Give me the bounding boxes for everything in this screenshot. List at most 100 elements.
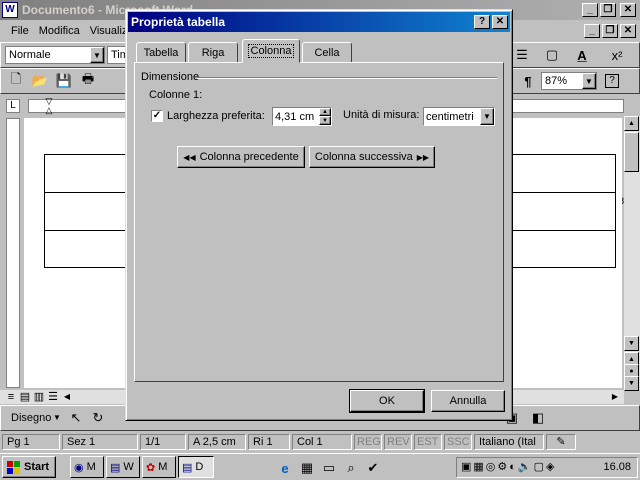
paragraph-marks-icon[interactable]: ¶ xyxy=(517,70,539,92)
new-document-icon[interactable]: 🗋 xyxy=(5,70,27,92)
start-label: Start xyxy=(24,461,50,473)
next-page-icon[interactable]: ▼ xyxy=(624,376,639,391)
word-app-icon[interactable]: W xyxy=(2,2,18,18)
drawing-menu-label[interactable]: Disegno xyxy=(11,412,51,424)
start-button[interactable]: Start xyxy=(2,456,56,478)
scroll-thumb[interactable] xyxy=(624,132,639,172)
tasks-icon[interactable]: ✔ xyxy=(362,457,384,479)
menu-modifica[interactable]: Modifica xyxy=(34,22,85,40)
doc-minimize-icon[interactable]: _ xyxy=(584,24,600,38)
quicklaunch-icon[interactable]: ▦ xyxy=(296,457,318,479)
help-icon[interactable]: ? xyxy=(601,70,623,92)
preferred-width-value: 4,31 cm xyxy=(275,111,315,123)
3d-icon[interactable]: ◧ xyxy=(527,407,549,429)
taskbar-button[interactable]: ◉ M xyxy=(70,456,104,478)
tab-selector[interactable]: L xyxy=(6,99,20,113)
status-rev[interactable]: REV xyxy=(384,434,412,450)
open-folder-icon[interactable]: 📂 xyxy=(29,70,51,92)
spin-up-icon[interactable]: ▲ xyxy=(319,108,331,116)
free-rotate-icon[interactable]: ↻ xyxy=(87,407,109,429)
windows-logo-icon xyxy=(7,460,20,474)
unit-dropdown[interactable]: centimetri ▼ xyxy=(423,107,495,126)
clock: 16.08 xyxy=(603,461,631,473)
unit-value: centimetri xyxy=(426,111,474,123)
next-arrow-icon: ▶▶ xyxy=(416,152,430,162)
internet-explorer-icon[interactable]: e xyxy=(274,457,296,479)
taskbar-button-active[interactable]: ▤ D xyxy=(178,456,214,478)
spelling-status-icon[interactable]: ✎ xyxy=(546,434,576,450)
zoom-chevron-icon[interactable]: ▼ xyxy=(582,73,596,89)
scroll-left-icon[interactable]: ◀ xyxy=(60,390,74,404)
taskbar-button[interactable]: ▤ W xyxy=(106,456,140,478)
cancel-button[interactable]: Annulla xyxy=(431,390,505,412)
taskbar: Start ◉ M ▤ W ✿ M ▤ D e ▦ ▭ ⌕ ✔ ▣▦◎⚙◐🔈▢◈ 16.… xyxy=(0,453,640,480)
spin-down-icon[interactable]: ▼ xyxy=(319,116,331,125)
superscript-icon[interactable]: x² xyxy=(606,44,628,66)
column-label: Colonne 1: xyxy=(149,89,203,101)
font-color-icon[interactable]: A xyxy=(571,44,593,66)
tray-icons: ▣▦◎⚙◐🔈▢◈ xyxy=(461,461,557,473)
section-label: Dimensione xyxy=(141,71,200,83)
align-justify-icon[interactable]: ☰ xyxy=(511,44,533,66)
print-icon[interactable]: 🖶 xyxy=(77,70,99,92)
ok-button[interactable]: OK xyxy=(349,389,425,413)
tab-cella[interactable]: Cella xyxy=(302,42,352,62)
zoom-dropdown[interactable]: 87% ▼ xyxy=(541,72,597,90)
status-at: A 2,5 cm xyxy=(188,434,246,450)
save-icon[interactable]: 💾 xyxy=(53,70,75,92)
tab-colonna[interactable]: Colonna xyxy=(242,39,300,63)
paint-icon: ✿ xyxy=(146,461,156,474)
borders-icon[interactable]: ▢ xyxy=(541,44,563,66)
outline-view-icon[interactable]: ☰ xyxy=(46,390,60,404)
preferred-width-checkbox[interactable]: ✓ xyxy=(151,110,163,122)
previous-column-button[interactable]: ◀◀ Colonna precedente xyxy=(177,146,305,168)
vertical-scrollbar[interactable]: ▲ ▼ ▲ ● ▼ xyxy=(624,116,640,391)
scroll-down-icon[interactable]: ▼ xyxy=(624,336,639,351)
style-value: Normale xyxy=(9,49,51,61)
taskbar-button[interactable]: ✿ M xyxy=(142,456,176,478)
status-page: Pg 1 xyxy=(2,434,60,450)
close-icon[interactable]: ✕ xyxy=(492,15,508,29)
web-view-icon[interactable]: ▤ xyxy=(18,390,32,404)
menu-file[interactable]: File xyxy=(6,22,34,40)
tab-tabella[interactable]: Tabella xyxy=(136,42,186,62)
scroll-up-icon[interactable]: ▲ xyxy=(624,116,639,131)
status-section: Sez 1 xyxy=(62,434,138,450)
dialog-title: Proprietà tabella xyxy=(131,15,226,29)
tab-colonna-label: Colonna xyxy=(247,44,295,58)
indent-marker-icon[interactable]: ▽ △ xyxy=(44,97,54,115)
drawing-chevron-icon[interactable]: ▼ xyxy=(53,413,61,422)
table-properties-dialog: Proprietà tabella ? ✕ Tabella Riga Colon… xyxy=(125,9,513,421)
word-active-icon: ▤ xyxy=(182,461,193,474)
section-divider xyxy=(197,77,497,79)
desktop-icon[interactable]: ▭ xyxy=(318,457,340,479)
restore-icon[interactable]: ❐ xyxy=(600,3,616,17)
style-dropdown[interactable]: Normale ▼ xyxy=(5,46,105,64)
minimize-icon[interactable]: _ xyxy=(582,3,598,17)
unit-chevron-icon[interactable]: ▼ xyxy=(480,108,494,125)
doc-restore-icon[interactable]: ❐ xyxy=(602,24,618,38)
tab-riga[interactable]: Riga xyxy=(188,42,238,62)
status-ext[interactable]: EST xyxy=(414,434,442,450)
print-view-icon[interactable]: ▥ xyxy=(32,390,46,404)
table-right[interactable] xyxy=(504,154,616,268)
preferred-width-field[interactable]: 4,31 cm ▲ ▼ xyxy=(272,107,332,126)
status-rec[interactable]: REG xyxy=(354,434,382,450)
select-objects-icon[interactable]: ↖ xyxy=(65,407,87,429)
chevron-down-icon[interactable]: ▼ xyxy=(90,47,104,63)
status-col: Col 1 xyxy=(292,434,352,450)
previous-arrow-icon: ◀◀ xyxy=(183,152,196,162)
close-icon[interactable]: ✕ xyxy=(620,3,636,17)
doc-close-icon[interactable]: ✕ xyxy=(620,24,636,38)
word-doc-icon: ▤ xyxy=(110,461,121,474)
preferred-width-label[interactable]: Larghezza preferita: xyxy=(167,110,265,122)
scroll-right-icon[interactable]: ▶ xyxy=(608,390,622,404)
normal-view-icon[interactable]: ≡ xyxy=(4,390,18,404)
search-icon[interactable]: ⌕ xyxy=(340,457,362,479)
zoom-value: 87% xyxy=(545,75,568,87)
help-icon[interactable]: ? xyxy=(474,15,490,29)
next-column-button[interactable]: Colonna successiva ▶▶ xyxy=(309,146,435,168)
status-language[interactable]: Italiano (Ital xyxy=(474,434,544,450)
status-ovr[interactable]: SSC xyxy=(444,434,472,450)
dialog-title-bar: Proprietà tabella ? ✕ xyxy=(128,12,510,32)
